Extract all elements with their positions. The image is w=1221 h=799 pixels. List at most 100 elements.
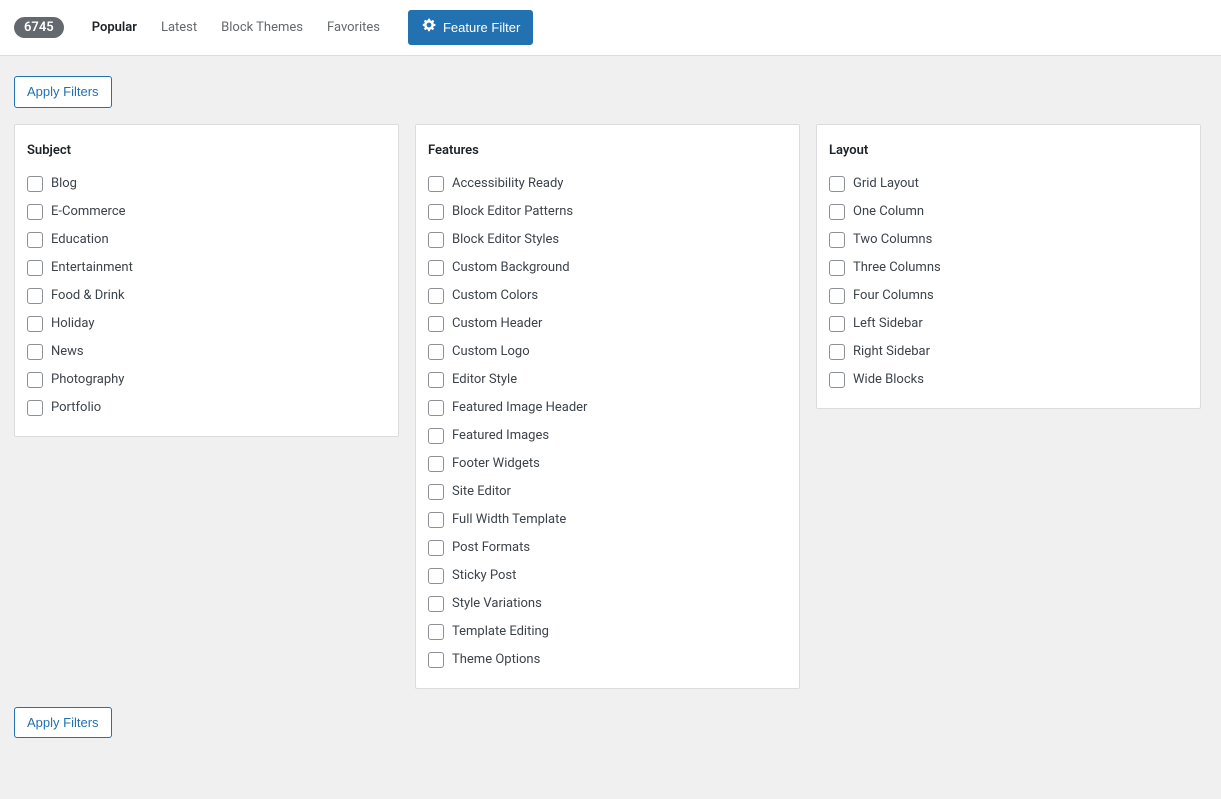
- filter-option[interactable]: Theme Options: [428, 652, 787, 668]
- checkbox[interactable]: [428, 596, 444, 612]
- filter-option[interactable]: Wide Blocks: [829, 372, 1188, 388]
- filter-option-label: Four Columns: [853, 288, 934, 303]
- filter-option[interactable]: Featured Image Header: [428, 400, 787, 416]
- filter-tab-bar: 6745 Popular Latest Block Themes Favorit…: [0, 0, 1221, 56]
- filter-option[interactable]: Education: [27, 232, 386, 248]
- filter-option[interactable]: Custom Header: [428, 316, 787, 332]
- checkbox[interactable]: [428, 400, 444, 416]
- filter-group-title-features: Features: [428, 143, 787, 158]
- filter-option[interactable]: Left Sidebar: [829, 316, 1188, 332]
- checkbox[interactable]: [27, 316, 43, 332]
- filter-option[interactable]: Holiday: [27, 316, 386, 332]
- checkbox[interactable]: [428, 288, 444, 304]
- checkbox[interactable]: [27, 400, 43, 416]
- tab-popular[interactable]: Popular: [84, 14, 145, 41]
- filter-option-label: Education: [51, 232, 109, 247]
- filter-option[interactable]: Custom Background: [428, 260, 787, 276]
- checkbox[interactable]: [428, 344, 444, 360]
- checkbox[interactable]: [428, 176, 444, 192]
- checkbox[interactable]: [829, 288, 845, 304]
- filter-option[interactable]: Template Editing: [428, 624, 787, 640]
- filter-option[interactable]: Site Editor: [428, 484, 787, 500]
- theme-count-badge: 6745: [14, 17, 64, 38]
- filter-option[interactable]: Four Columns: [829, 288, 1188, 304]
- filter-option-label: Two Columns: [853, 232, 932, 247]
- filter-option-label: Custom Background: [452, 260, 570, 275]
- tab-latest[interactable]: Latest: [153, 14, 205, 41]
- filter-option[interactable]: E-Commerce: [27, 204, 386, 220]
- checkbox[interactable]: [27, 344, 43, 360]
- checkbox[interactable]: [428, 428, 444, 444]
- filter-option[interactable]: Food & Drink: [27, 288, 386, 304]
- filter-option-label: Footer Widgets: [452, 456, 540, 471]
- checkbox[interactable]: [829, 344, 845, 360]
- filter-option-label: Featured Image Header: [452, 400, 587, 415]
- filter-option[interactable]: Featured Images: [428, 428, 787, 444]
- filter-option[interactable]: Footer Widgets: [428, 456, 787, 472]
- filter-option[interactable]: News: [27, 344, 386, 360]
- apply-filters-button-top[interactable]: Apply Filters: [14, 76, 112, 108]
- filter-option[interactable]: Three Columns: [829, 260, 1188, 276]
- filter-option-label: Photography: [51, 372, 124, 387]
- checkbox[interactable]: [27, 204, 43, 220]
- filter-option-label: Theme Options: [452, 652, 540, 667]
- filter-option-label: Entertainment: [51, 260, 133, 275]
- checkbox[interactable]: [428, 512, 444, 528]
- checkbox[interactable]: [428, 260, 444, 276]
- checkbox[interactable]: [829, 204, 845, 220]
- checkbox[interactable]: [27, 372, 43, 388]
- checkbox[interactable]: [428, 372, 444, 388]
- checkbox[interactable]: [829, 316, 845, 332]
- checkbox[interactable]: [428, 624, 444, 640]
- feature-filter-button[interactable]: Feature Filter: [408, 10, 533, 45]
- filter-option-label: Custom Header: [452, 316, 542, 331]
- feature-filter-button-label: Feature Filter: [443, 19, 520, 37]
- checkbox[interactable]: [829, 232, 845, 248]
- checkbox[interactable]: [428, 568, 444, 584]
- checkbox[interactable]: [27, 176, 43, 192]
- filter-option[interactable]: Custom Logo: [428, 344, 787, 360]
- filter-option[interactable]: Photography: [27, 372, 386, 388]
- filter-option[interactable]: Two Columns: [829, 232, 1188, 248]
- filter-option[interactable]: Block Editor Patterns: [428, 204, 787, 220]
- filter-option-label: Site Editor: [452, 484, 511, 499]
- filter-option-label: Sticky Post: [452, 568, 516, 583]
- checkbox[interactable]: [428, 484, 444, 500]
- filter-option[interactable]: Accessibility Ready: [428, 176, 787, 192]
- checkbox[interactable]: [428, 232, 444, 248]
- checkbox[interactable]: [27, 288, 43, 304]
- filter-option[interactable]: Portfolio: [27, 400, 386, 416]
- filter-option[interactable]: Entertainment: [27, 260, 386, 276]
- tab-favorites[interactable]: Favorites: [319, 14, 388, 41]
- filter-option[interactable]: Custom Colors: [428, 288, 787, 304]
- filter-option[interactable]: Sticky Post: [428, 568, 787, 584]
- filter-option-label: Post Formats: [452, 540, 530, 555]
- filter-option[interactable]: Style Variations: [428, 596, 787, 612]
- filter-group-features: Features Accessibility Ready Block Edito…: [415, 124, 800, 689]
- filter-option-label: Accessibility Ready: [452, 176, 563, 191]
- checkbox[interactable]: [27, 260, 43, 276]
- checkbox[interactable]: [428, 204, 444, 220]
- checkbox[interactable]: [428, 540, 444, 556]
- checkbox[interactable]: [27, 232, 43, 248]
- checkbox[interactable]: [428, 456, 444, 472]
- apply-filters-button-bottom[interactable]: Apply Filters: [14, 707, 112, 739]
- filter-option[interactable]: One Column: [829, 204, 1188, 220]
- filter-option[interactable]: Post Formats: [428, 540, 787, 556]
- filter-columns: Subject Blog E-Commerce Education Entert…: [14, 124, 1207, 689]
- checkbox[interactable]: [829, 372, 845, 388]
- filter-group-title-layout: Layout: [829, 143, 1188, 158]
- checkbox[interactable]: [428, 652, 444, 668]
- checkbox[interactable]: [428, 316, 444, 332]
- filter-option[interactable]: Block Editor Styles: [428, 232, 787, 248]
- filter-option[interactable]: Blog: [27, 176, 386, 192]
- tab-block-themes[interactable]: Block Themes: [213, 14, 311, 41]
- filter-option-label: Wide Blocks: [853, 372, 924, 387]
- filter-option[interactable]: Right Sidebar: [829, 344, 1188, 360]
- checkbox[interactable]: [829, 260, 845, 276]
- filter-option[interactable]: Full Width Template: [428, 512, 787, 528]
- filter-option[interactable]: Editor Style: [428, 372, 787, 388]
- filter-option-label: Block Editor Styles: [452, 232, 559, 247]
- checkbox[interactable]: [829, 176, 845, 192]
- filter-option[interactable]: Grid Layout: [829, 176, 1188, 192]
